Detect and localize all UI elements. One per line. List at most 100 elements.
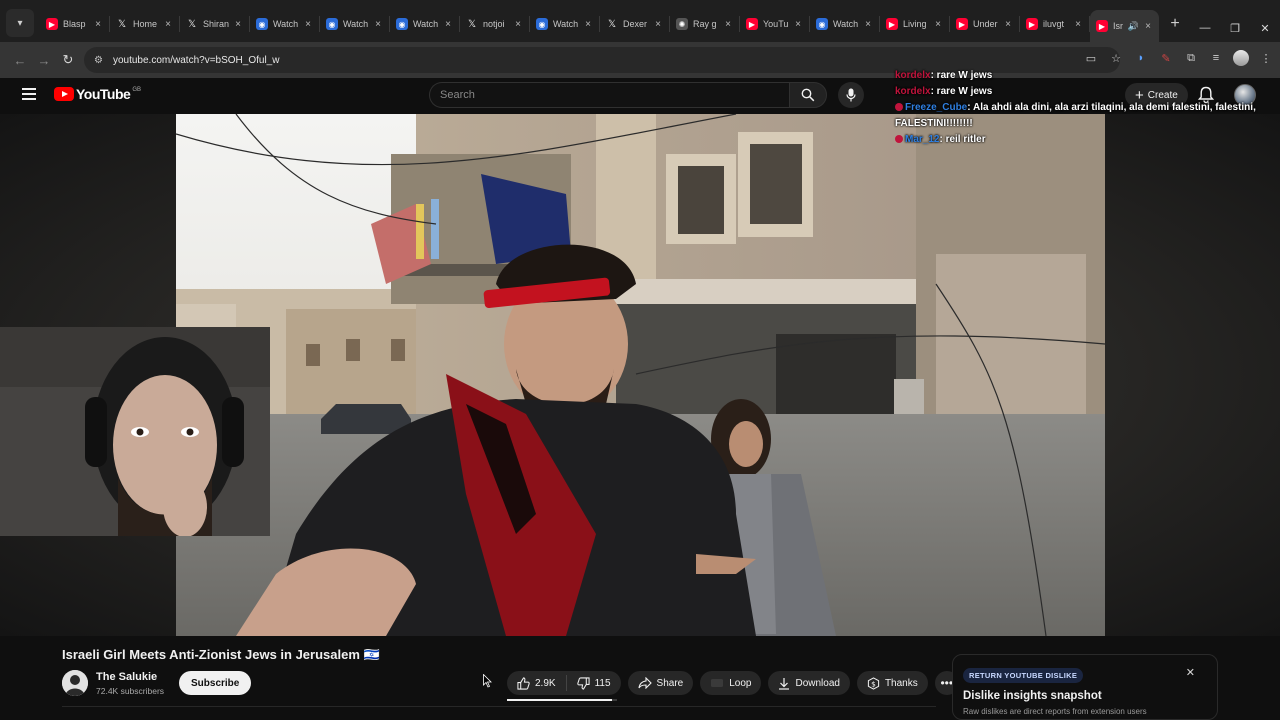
tab-close-icon[interactable]: × bbox=[1073, 19, 1083, 30]
browser-tab[interactable]: 𝕏 Dexer × bbox=[600, 10, 669, 38]
window-controls: — ❐ ✕ bbox=[1190, 22, 1280, 35]
browser-tab[interactable]: ▶ Blasp × bbox=[40, 10, 109, 38]
x-icon: 𝕏 bbox=[467, 18, 477, 30]
subscribe-button[interactable]: Subscribe bbox=[179, 671, 252, 695]
tab-close-icon[interactable]: × bbox=[303, 19, 313, 30]
tab-close-icon[interactable]: × bbox=[513, 19, 523, 30]
extension-icon-1[interactable]: ◗ bbox=[1133, 50, 1149, 66]
search-input[interactable]: Search bbox=[429, 82, 789, 108]
tab-title: Living bbox=[903, 19, 927, 29]
svg-text:$: $ bbox=[871, 679, 876, 688]
thumbs-down-icon bbox=[576, 676, 590, 690]
browser-tab[interactable]: ▶ Isr 🔊 × bbox=[1090, 10, 1159, 42]
subscriber-count: 72.4K subscribers bbox=[96, 686, 165, 696]
like-ratio-fill bbox=[507, 699, 612, 701]
channel-name[interactable]: The Salukie bbox=[96, 671, 157, 683]
openai-icon: ✺ bbox=[676, 18, 688, 30]
minimize-button[interactable]: — bbox=[1190, 22, 1220, 35]
speaker-icon[interactable]: 🔊 bbox=[1128, 21, 1139, 32]
profile-icon[interactable] bbox=[1233, 50, 1249, 66]
tab-close-icon[interactable]: × bbox=[863, 19, 873, 30]
browser-tab[interactable]: ◉ Watch × bbox=[250, 10, 319, 38]
youtube-icon: ▶ bbox=[746, 18, 758, 30]
browser-tab[interactable]: ◉ Watch × bbox=[530, 10, 599, 38]
ryd-subtext: Raw dislikes are direct reports from ext… bbox=[963, 707, 1147, 716]
tab-close-icon[interactable]: × bbox=[1143, 21, 1153, 32]
tab-close-icon[interactable]: × bbox=[723, 19, 733, 30]
back-button[interactable]: ← bbox=[8, 53, 32, 68]
video-player[interactable] bbox=[176, 114, 1105, 636]
forward-button[interactable]: → bbox=[32, 53, 56, 68]
tab-close-icon[interactable]: × bbox=[653, 19, 663, 30]
browser-tab[interactable]: 𝕏 Shiran × bbox=[180, 10, 249, 38]
video-actions: 2.9K 115 Share Loop Download $ Thanks ••… bbox=[507, 671, 959, 695]
chat-username: Freeze_Cube bbox=[905, 102, 968, 113]
tab-search-button[interactable]: ▾ bbox=[6, 9, 34, 37]
mouse-cursor-icon bbox=[483, 673, 493, 693]
browser-menu-icon[interactable]: ⋮ bbox=[1258, 50, 1274, 66]
share-button[interactable]: Share bbox=[627, 671, 694, 695]
search-icon bbox=[801, 88, 815, 102]
loop-button[interactable]: Loop bbox=[700, 671, 762, 695]
browser-tab[interactable]: ▶ YouTu × bbox=[740, 10, 809, 38]
chat-message: kordelx: rare W jews bbox=[895, 68, 1275, 84]
browser-tab[interactable]: ◉ Watch × bbox=[390, 10, 459, 38]
ryd-heading: Dislike insights snapshot bbox=[963, 690, 1102, 702]
guide-menu-icon[interactable] bbox=[22, 88, 36, 100]
browser-tab[interactable]: 𝕏 Home × bbox=[110, 10, 179, 38]
search-placeholder: Search bbox=[440, 89, 475, 101]
ryd-tag: RETURN YOUTUBE DISLIKE bbox=[963, 668, 1084, 683]
media-controls-icon[interactable]: ≡ bbox=[1208, 50, 1224, 66]
thanks-button[interactable]: $ Thanks bbox=[856, 671, 928, 695]
tab-close-icon[interactable]: × bbox=[93, 19, 103, 30]
tab-close-icon[interactable]: × bbox=[933, 19, 943, 30]
webcam-image bbox=[0, 327, 270, 536]
tab-close-icon[interactable]: × bbox=[1003, 19, 1013, 30]
search-button[interactable] bbox=[789, 82, 827, 108]
reload-button[interactable]: ↻ bbox=[56, 52, 80, 68]
browser-tab[interactable]: ✺ Ray g × bbox=[670, 10, 739, 38]
like-button[interactable]: 2.9K bbox=[507, 676, 566, 690]
extension-icon-2[interactable]: ✎ bbox=[1158, 50, 1174, 66]
install-app-icon[interactable]: ▭ bbox=[1083, 50, 1099, 66]
watch-icon: ◉ bbox=[396, 18, 408, 30]
channel-avatar[interactable] bbox=[62, 670, 88, 696]
restore-button[interactable]: ❐ bbox=[1220, 22, 1250, 35]
tab-close-icon[interactable]: × bbox=[233, 19, 243, 30]
youtube-wordmark: YouTube bbox=[76, 86, 131, 102]
close-window-button[interactable]: ✕ bbox=[1250, 22, 1280, 35]
microphone-icon bbox=[846, 88, 856, 102]
youtube-icon: ▶ bbox=[956, 18, 968, 30]
toolbar-actions: ▭ ☆ ◗ ✎ ⧉ ≡ ⋮ bbox=[1083, 50, 1274, 66]
voice-search-button[interactable] bbox=[838, 82, 864, 108]
dislike-button[interactable]: 115 bbox=[567, 676, 621, 690]
tab-title: Watch bbox=[343, 19, 369, 29]
x-icon: 𝕏 bbox=[117, 18, 127, 30]
tab-close-icon[interactable]: × bbox=[583, 19, 593, 30]
browser-tab[interactable]: ▶ Under × bbox=[950, 10, 1019, 38]
browser-tab[interactable]: ◉ Watch × bbox=[320, 10, 389, 38]
tab-title: Ray g bbox=[693, 19, 717, 29]
dislike-count: 115 bbox=[594, 677, 611, 689]
bookmark-star-icon[interactable]: ☆ bbox=[1108, 50, 1124, 66]
site-info-icon[interactable]: ⚙ bbox=[94, 55, 103, 66]
browser-tab[interactable]: ◉ Watch × bbox=[810, 10, 879, 38]
download-button[interactable]: Download bbox=[768, 671, 850, 695]
browser-tab[interactable]: ▶ Living × bbox=[880, 10, 949, 38]
tab-close-icon[interactable]: × bbox=[793, 19, 803, 30]
browser-tab[interactable]: ▶ iluvgt × bbox=[1020, 10, 1089, 38]
tab-title: Watch bbox=[553, 19, 579, 29]
tab-title: Watch bbox=[413, 19, 439, 29]
tab-title: Watch bbox=[833, 19, 859, 29]
tab-close-icon[interactable]: × bbox=[443, 19, 453, 30]
tab-title: YouTu bbox=[763, 19, 789, 29]
extensions-puzzle-icon[interactable]: ⧉ bbox=[1183, 50, 1199, 66]
tab-close-icon[interactable]: × bbox=[163, 19, 173, 30]
chat-text: : rare W jews bbox=[930, 86, 993, 97]
close-icon[interactable]: ✕ bbox=[1186, 666, 1195, 679]
tab-close-icon[interactable]: × bbox=[373, 19, 383, 30]
new-tab-button[interactable]: + bbox=[1163, 12, 1187, 36]
youtube-logo[interactable]: YouTube GB bbox=[54, 86, 141, 102]
browser-tab[interactable]: 𝕏notjoi × bbox=[460, 10, 529, 38]
chat-text: : reil ritler bbox=[939, 134, 986, 145]
